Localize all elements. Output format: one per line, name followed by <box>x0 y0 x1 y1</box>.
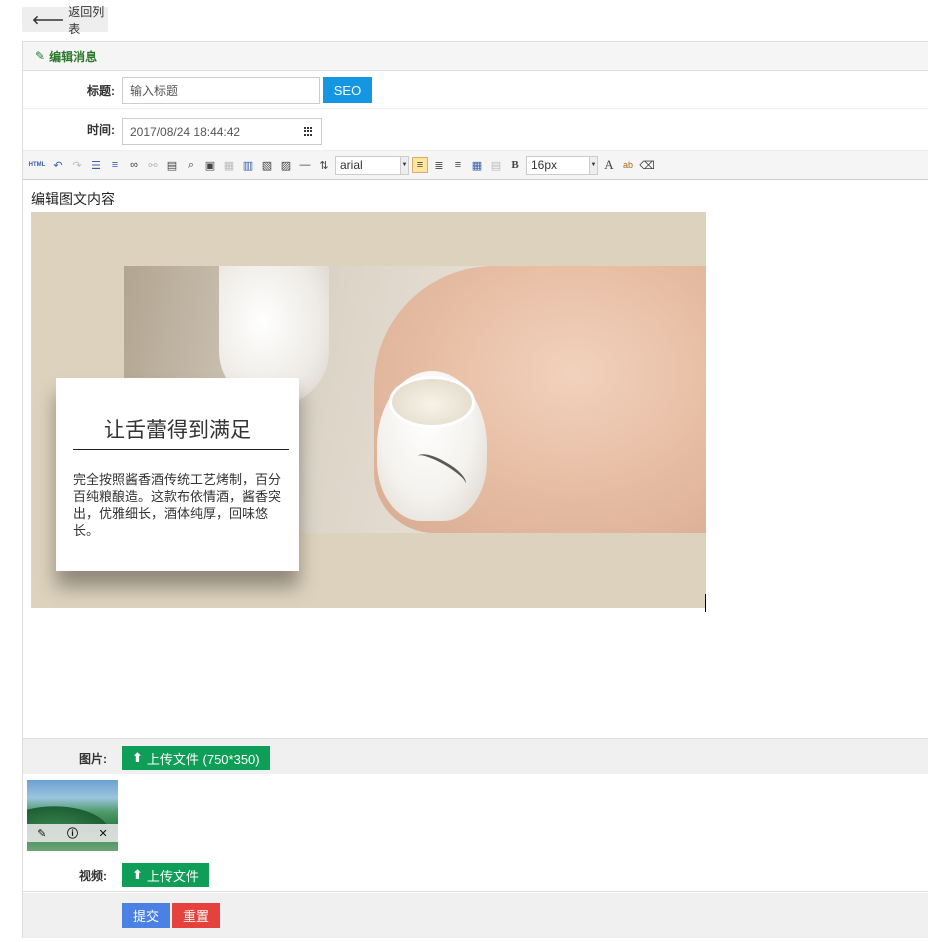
template-icon[interactable]: ▨ <box>278 157 294 173</box>
image-upload-button[interactable]: ⬆ 上传文件 (750*350) <box>122 746 270 770</box>
unlink-icon[interactable]: ⚯ <box>145 157 161 173</box>
font-family-select[interactable]: arial ▼ <box>335 155 409 175</box>
photo-cup-rim <box>389 376 475 428</box>
find-icon[interactable]: ⌕ <box>183 157 199 173</box>
info-icon[interactable]: ⓘ <box>67 825 78 841</box>
table-icon[interactable]: ▦ <box>469 157 485 173</box>
bold-icon[interactable]: B <box>507 157 523 173</box>
seo-button[interactable]: SEO <box>323 77 372 103</box>
time-value: 2017/08/24 18:44:42 <box>130 124 241 139</box>
calendar-icon[interactable] <box>304 127 314 136</box>
image-thumbnail[interactable]: ✎ ⓘ ✕ <box>27 780 118 851</box>
arrow-left-icon: 🡐 <box>32 13 65 27</box>
align-left-icon[interactable]: ≡ <box>412 157 428 173</box>
multi-image-icon[interactable]: ▦ <box>221 157 237 173</box>
html-source-icon[interactable]: HTML <box>27 157 47 173</box>
table-edit-icon[interactable]: ▤ <box>488 157 504 173</box>
link-icon[interactable]: ∞ <box>126 157 142 173</box>
font-size-value: 16px <box>531 158 558 172</box>
attachment-icon[interactable]: ▧ <box>259 157 275 173</box>
video-upload-button[interactable]: ⬆ 上传文件 <box>122 863 209 887</box>
image-icon[interactable]: ▣ <box>202 157 218 173</box>
title-row: 标题: 输入标题 SEO <box>23 72 928 109</box>
title-label: 标题: <box>87 83 115 98</box>
thumbnail-actions: ✎ ⓘ ✕ <box>27 824 118 842</box>
highlight-icon[interactable]: ab <box>620 157 636 173</box>
align-right-icon[interactable]: ≡ <box>450 157 466 173</box>
submit-button[interactable]: 提交 <box>122 903 170 928</box>
font-size-select[interactable]: 16px ▼ <box>526 155 598 175</box>
ordered-list-icon[interactable]: ≡ <box>107 157 123 173</box>
upload-icon: ⬆ <box>132 750 143 765</box>
panel-header: ✎ 编辑消息 <box>23 42 928 71</box>
edit-icon[interactable]: ✎ <box>37 827 46 840</box>
back-to-list-label: 返回列表 <box>68 4 105 36</box>
undo-icon[interactable]: ↶ <box>50 157 66 173</box>
text-cursor <box>705 594 706 612</box>
chevron-down-icon: ▼ <box>400 156 408 174</box>
eraser-icon[interactable]: ⌫ <box>639 157 655 173</box>
banner-card: 让舌蕾得到满足 完全按照酱香酒传统工艺烤制，百分百纯粮酿造。这款布依情酒，酱香突… <box>56 378 299 571</box>
horizontal-rule-icon[interactable]: — <box>297 157 313 173</box>
reset-button[interactable]: 重置 <box>172 903 220 928</box>
unordered-list-icon[interactable]: ☰ <box>88 157 104 173</box>
close-icon[interactable]: ✕ <box>99 827 108 840</box>
video-upload-label: 上传文件 <box>146 868 199 884</box>
banner-heading: 让舌蕾得到满足 <box>104 418 251 442</box>
banner-divider <box>73 449 289 450</box>
video-label: 视频: <box>79 869 107 883</box>
editor-intro-text: 编辑图文内容 <box>31 191 115 207</box>
banner-image[interactable]: 让舌蕾得到满足 完全按照酱香酒传统工艺烤制，百分百纯粮酿造。这款布依情酒，酱香突… <box>31 212 706 608</box>
title-placeholder: 输入标题 <box>130 84 179 98</box>
save-icon[interactable]: ▥ <box>240 157 256 173</box>
time-label: 时间: <box>87 123 115 137</box>
back-to-list-button[interactable]: 🡐 返回列表 <box>22 5 108 36</box>
time-input[interactable]: 2017/08/24 18:44:42 <box>122 118 322 145</box>
banner-body: 完全按照酱香酒传统工艺烤制，百分百纯粮酿造。这款布依情酒，酱香突出，优雅细长，酒… <box>73 473 282 539</box>
redo-icon[interactable]: ↷ <box>69 157 85 173</box>
image-row: 图片: ⬆ 上传文件 (750*350) <box>23 738 928 774</box>
rich-text-editor[interactable]: 编辑图文内容 让舌蕾得到满足 完全按照酱香酒传统工艺烤制，百分百纯粮酿造。这款布… <box>23 181 928 738</box>
chevron-down-icon: ▼ <box>589 156 597 174</box>
image-label: 图片: <box>79 752 107 766</box>
font-color-icon[interactable]: A <box>601 157 617 173</box>
action-row: 提交 重置 <box>23 893 928 938</box>
edit-panel: ✎ 编辑消息 标题: 输入标题 SEO 时间: 2017/08/24 18:44… <box>22 41 928 938</box>
title-input[interactable]: 输入标题 <box>122 77 320 104</box>
pencil-icon: ✎ <box>35 49 46 63</box>
upload-icon: ⬆ <box>132 867 143 882</box>
print-icon[interactable]: ▤ <box>164 157 180 173</box>
align-center-icon[interactable]: ≣ <box>431 157 447 173</box>
line-height-icon[interactable]: ⇅ <box>316 157 332 173</box>
time-row: 时间: 2017/08/24 18:44:42 <box>23 109 928 151</box>
editor-toolbar: HTML ↶ ↷ ☰ ≡ ∞ ⚯ ▤ ⌕ ▣ ▦ ▥ ▧ ▨ — ⇅ arial… <box>23 151 928 180</box>
panel-title: 编辑消息 <box>49 49 98 64</box>
image-upload-label: 上传文件 (750*350) <box>146 751 260 767</box>
font-family-value: arial <box>340 158 363 172</box>
video-row: 视频: ⬆ 上传文件 <box>23 856 928 892</box>
